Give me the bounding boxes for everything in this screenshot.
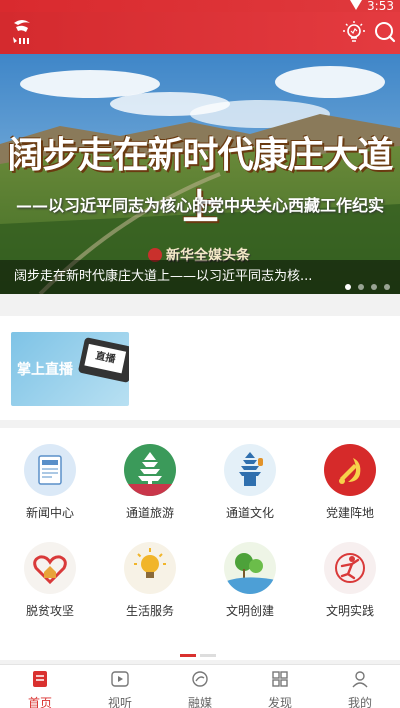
search-icon[interactable] [373, 20, 397, 44]
carousel-dot [371, 284, 377, 290]
landscape-icon [224, 542, 276, 594]
live-screen-text: 直播 [84, 343, 127, 374]
grid-item-party-building[interactable]: 党建阵地 [300, 444, 400, 521]
tab-label: 我的 [347, 696, 372, 708]
grid-item-poverty-alleviation[interactable]: 脱贫攻坚 [0, 542, 100, 619]
grid-item-label: 脱贫攻坚 [25, 604, 74, 618]
tab-home[interactable]: 首页 [0, 665, 80, 708]
lightbulb-icon[interactable] [342, 20, 366, 44]
app-logo [13, 20, 30, 44]
grid-item-travel[interactable]: 通道旅游 [100, 444, 200, 521]
tab-label: 发现 [267, 696, 292, 708]
tab-label: 视听 [107, 696, 132, 708]
tab-video[interactable]: 视听 [80, 665, 160, 708]
grid-item-label: 新闻中心 [25, 506, 74, 520]
banner-subtitle: ——以习近平同志为核心的党中央关心西藏工作纪实 [15, 196, 384, 215]
grid-item-label: 文明实践 [325, 604, 374, 618]
live-stream-tile[interactable]: 掌上直播 直播 [11, 332, 129, 406]
grid-page-indicator [180, 642, 220, 661]
grid-item-label: 通道旅游 [125, 506, 174, 520]
play-icon [111, 671, 129, 687]
newspaper-icon [24, 444, 76, 496]
grid-icon [272, 671, 288, 687]
tab-label: 首页 [27, 696, 52, 708]
home-icon [33, 671, 47, 687]
lightbulb-icon [124, 542, 176, 594]
grid-item-label: 文明创建 [225, 604, 274, 618]
carousel-dot [384, 284, 390, 290]
carousel-indicator [338, 275, 390, 294]
grid-item-civilization-practice[interactable]: 文明实践 [300, 542, 400, 619]
grid-page-dot [200, 654, 216, 657]
media-icon [192, 671, 208, 687]
carousel-dot-active [345, 284, 351, 290]
service-grid: 新闻中心 通道旅游 通道文化 党建阵地 脱贫攻坚 生活服务 文明创建 文明实践 [0, 428, 400, 660]
grid-item-civilization-creation[interactable]: 文明创建 [200, 542, 300, 619]
heart-house-icon [24, 542, 76, 594]
bottom-nav: 首页 视听 融媒 发现 我的 [0, 664, 400, 708]
grid-page-dot-active [180, 654, 196, 657]
live-section: 掌上直播 直播 [0, 316, 400, 420]
profile-icon [352, 671, 368, 688]
banner-carousel[interactable]: 阔步走在新时代康庄大道上 ——以习近平同志为核心的党中央关心西藏工作纪实 新华全… [0, 54, 400, 294]
live-label: 掌上直播 [17, 362, 73, 378]
wifi-icon [350, 0, 362, 10]
drum-tower-icon [224, 444, 276, 496]
status-bar: 3:53 [0, 0, 400, 13]
grid-item-culture[interactable]: 通道文化 [200, 444, 300, 521]
grid-item-label: 党建阵地 [325, 506, 374, 520]
grid-item-news-center[interactable]: 新闻中心 [0, 444, 100, 521]
tab-media[interactable]: 融媒 [160, 665, 240, 708]
party-emblem-icon [324, 444, 376, 496]
tab-label: 融媒 [187, 696, 212, 708]
grid-item-label: 通道文化 [225, 506, 274, 520]
live-screen-icon: 直播 [77, 336, 129, 384]
app-header [0, 12, 400, 54]
pagoda-travel-icon [124, 444, 176, 496]
carousel-dot [358, 284, 364, 290]
volunteer-icon [324, 542, 376, 594]
app-root: 3:53 阔步走在新时代康庄大道上 ——以习近平同志为核心的党中央关心西藏工作纪… [0, 0, 400, 708]
grid-item-life-service[interactable]: 生活服务 [100, 542, 200, 619]
grid-item-label: 生活服务 [125, 604, 174, 618]
tab-discover[interactable]: 发现 [240, 665, 320, 708]
tab-profile[interactable]: 我的 [320, 665, 400, 708]
